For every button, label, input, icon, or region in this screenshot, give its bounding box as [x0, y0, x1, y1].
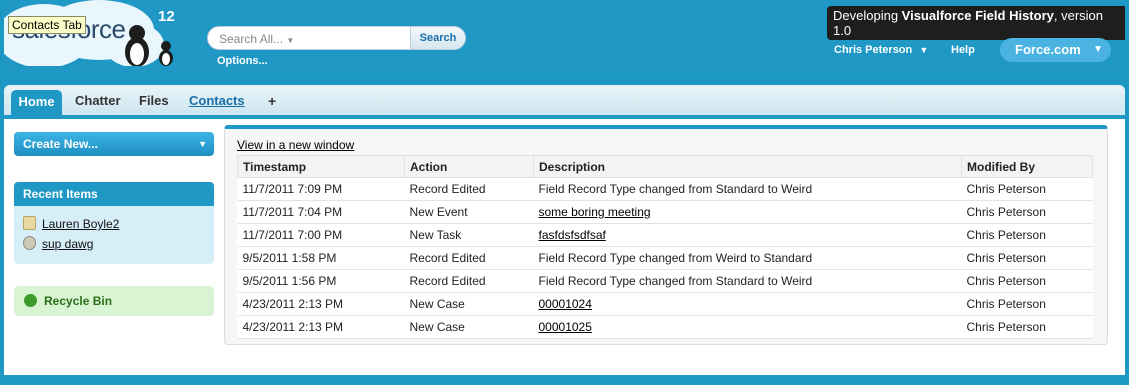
- chevron-down-icon: ▼: [286, 36, 295, 45]
- cell-modified-by: Chris Peterson: [961, 292, 1093, 316]
- search-placeholder: Search All... ▼: [219, 32, 295, 46]
- table-row: 11/7/2011 7:09 PM Record Edited Field Reco…: [237, 177, 1093, 201]
- table-row: 9/5/2011 1:56 PM Record Edited Field Recor…: [237, 269, 1093, 293]
- column-header-action[interactable]: Action: [404, 155, 534, 178]
- search-input[interactable]: Search All... ▼: [207, 26, 412, 50]
- cell-description: Field Record Type changed from Standard …: [533, 177, 962, 201]
- cell-timestamp: 9/5/2011 1:56 PM: [237, 269, 405, 293]
- help-link[interactable]: Help: [951, 44, 975, 56]
- description-link[interactable]: 00001025: [539, 320, 592, 334]
- cell-modified-by: Chris Peterson: [961, 200, 1093, 224]
- cell-modified-by: Chris Peterson: [961, 315, 1093, 339]
- tab-chatter[interactable]: Chatter: [75, 85, 121, 115]
- add-tab-icon[interactable]: +: [268, 85, 276, 115]
- cell-description: fasfdsfsdfsaf: [533, 223, 962, 247]
- field-history-table: Timestamp Action Description Modified By…: [237, 155, 1093, 339]
- recent-items-list: Lauren Boyle2 sup dawg: [14, 206, 214, 264]
- cell-action: New Event: [404, 200, 534, 224]
- recycle-bin-link[interactable]: Recycle Bin: [14, 286, 214, 316]
- cell-action: New Task: [404, 223, 534, 247]
- app-header: salesforce 12 Search All... ▼ Search Opt…: [4, 0, 1125, 75]
- cell-description: some boring meeting: [533, 200, 962, 224]
- recent-item[interactable]: sup dawg: [23, 236, 93, 252]
- recent-item[interactable]: Lauren Boyle2: [23, 216, 119, 232]
- tab-files[interactable]: Files: [139, 85, 169, 115]
- create-new-button[interactable]: Create New... ▼: [14, 132, 214, 156]
- record-icon: [23, 236, 36, 250]
- tab-contacts[interactable]: Contacts: [189, 85, 245, 115]
- cell-action: Record Edited: [404, 269, 534, 293]
- cell-timestamp: 11/7/2011 7:04 PM: [237, 200, 405, 224]
- recent-items-title: Recent Items: [14, 182, 214, 206]
- column-header-description[interactable]: Description: [533, 155, 962, 178]
- cell-modified-by: Chris Peterson: [961, 246, 1093, 270]
- cell-modified-by: Chris Peterson: [961, 223, 1093, 247]
- cell-action: Record Edited: [404, 246, 534, 270]
- cell-timestamp: 4/23/2011 2:13 PM: [237, 292, 405, 316]
- cell-timestamp: 11/7/2011 7:00 PM: [237, 223, 405, 247]
- table-row: 11/7/2011 7:04 PM New Event some boring me…: [237, 200, 1093, 224]
- cell-modified-by: Chris Peterson: [961, 269, 1093, 293]
- column-header-modified-by[interactable]: Modified By: [961, 155, 1093, 178]
- cell-action: Record Edited: [404, 177, 534, 201]
- cell-timestamp: 11/7/2011 7:09 PM: [237, 177, 405, 201]
- table-row: 11/7/2011 7:00 PM New Task fasfdsfsdfsaf Ch…: [237, 223, 1093, 247]
- cell-action: New Case: [404, 315, 534, 339]
- chevron-down-icon: ▼: [919, 45, 929, 55]
- tab-home[interactable]: Home: [11, 90, 62, 115]
- tooltip: Contacts Tab: [8, 16, 86, 34]
- page-content: Home Chatter Files Contacts + Create New…: [4, 85, 1125, 375]
- cell-timestamp: 9/5/2011 1:58 PM: [237, 246, 405, 270]
- table-header-row: Timestamp Action Description Modified By: [237, 155, 1093, 178]
- table-row: 9/5/2011 1:58 PM Record Edited Field Recor…: [237, 246, 1093, 270]
- cell-modified-by: Chris Peterson: [961, 177, 1093, 201]
- app-switcher-button[interactable]: Force.com ▼: [1000, 38, 1111, 62]
- table-row: 4/23/2011 2:13 PM New Case 00001024 Chris P…: [237, 292, 1093, 316]
- column-header-timestamp[interactable]: Timestamp: [237, 155, 405, 178]
- logo-version: 12: [158, 8, 175, 25]
- chevron-down-icon: ▼: [198, 139, 207, 149]
- search-button[interactable]: Search: [410, 26, 466, 50]
- cell-description: 00001024: [533, 292, 962, 316]
- recent-item-link[interactable]: Lauren Boyle2: [42, 217, 119, 231]
- description-link[interactable]: 00001024: [539, 297, 592, 311]
- chevron-down-icon: ▼: [1093, 44, 1103, 55]
- tab-bar: Home Chatter Files Contacts +: [4, 85, 1125, 119]
- view-in-new-window-link[interactable]: View in a new window: [237, 138, 354, 152]
- cell-timestamp: 4/23/2011 2:13 PM: [237, 315, 405, 339]
- field-history-panel: View in a new window Timestamp Action De…: [224, 125, 1108, 345]
- recent-item-link[interactable]: sup dawg: [42, 237, 93, 251]
- cell-description: 00001025: [533, 315, 962, 339]
- recycle-bin-icon: [24, 294, 37, 307]
- cell-action: New Case: [404, 292, 534, 316]
- contact-icon: [23, 216, 36, 230]
- description-link[interactable]: fasfdsfsdfsaf: [539, 228, 606, 242]
- search-options-link[interactable]: Options...: [217, 55, 268, 67]
- table-row: 4/23/2011 2:13 PM New Case 00001025 Chris P…: [237, 315, 1093, 339]
- description-link[interactable]: some boring meeting: [539, 205, 651, 219]
- app-banner: Developing Visualforce Field History, ve…: [827, 6, 1125, 40]
- cell-description: Field Record Type changed from Weird to …: [533, 246, 962, 270]
- user-menu[interactable]: Chris Peterson ▼: [834, 44, 928, 56]
- cell-description: Field Record Type changed from Standard …: [533, 269, 962, 293]
